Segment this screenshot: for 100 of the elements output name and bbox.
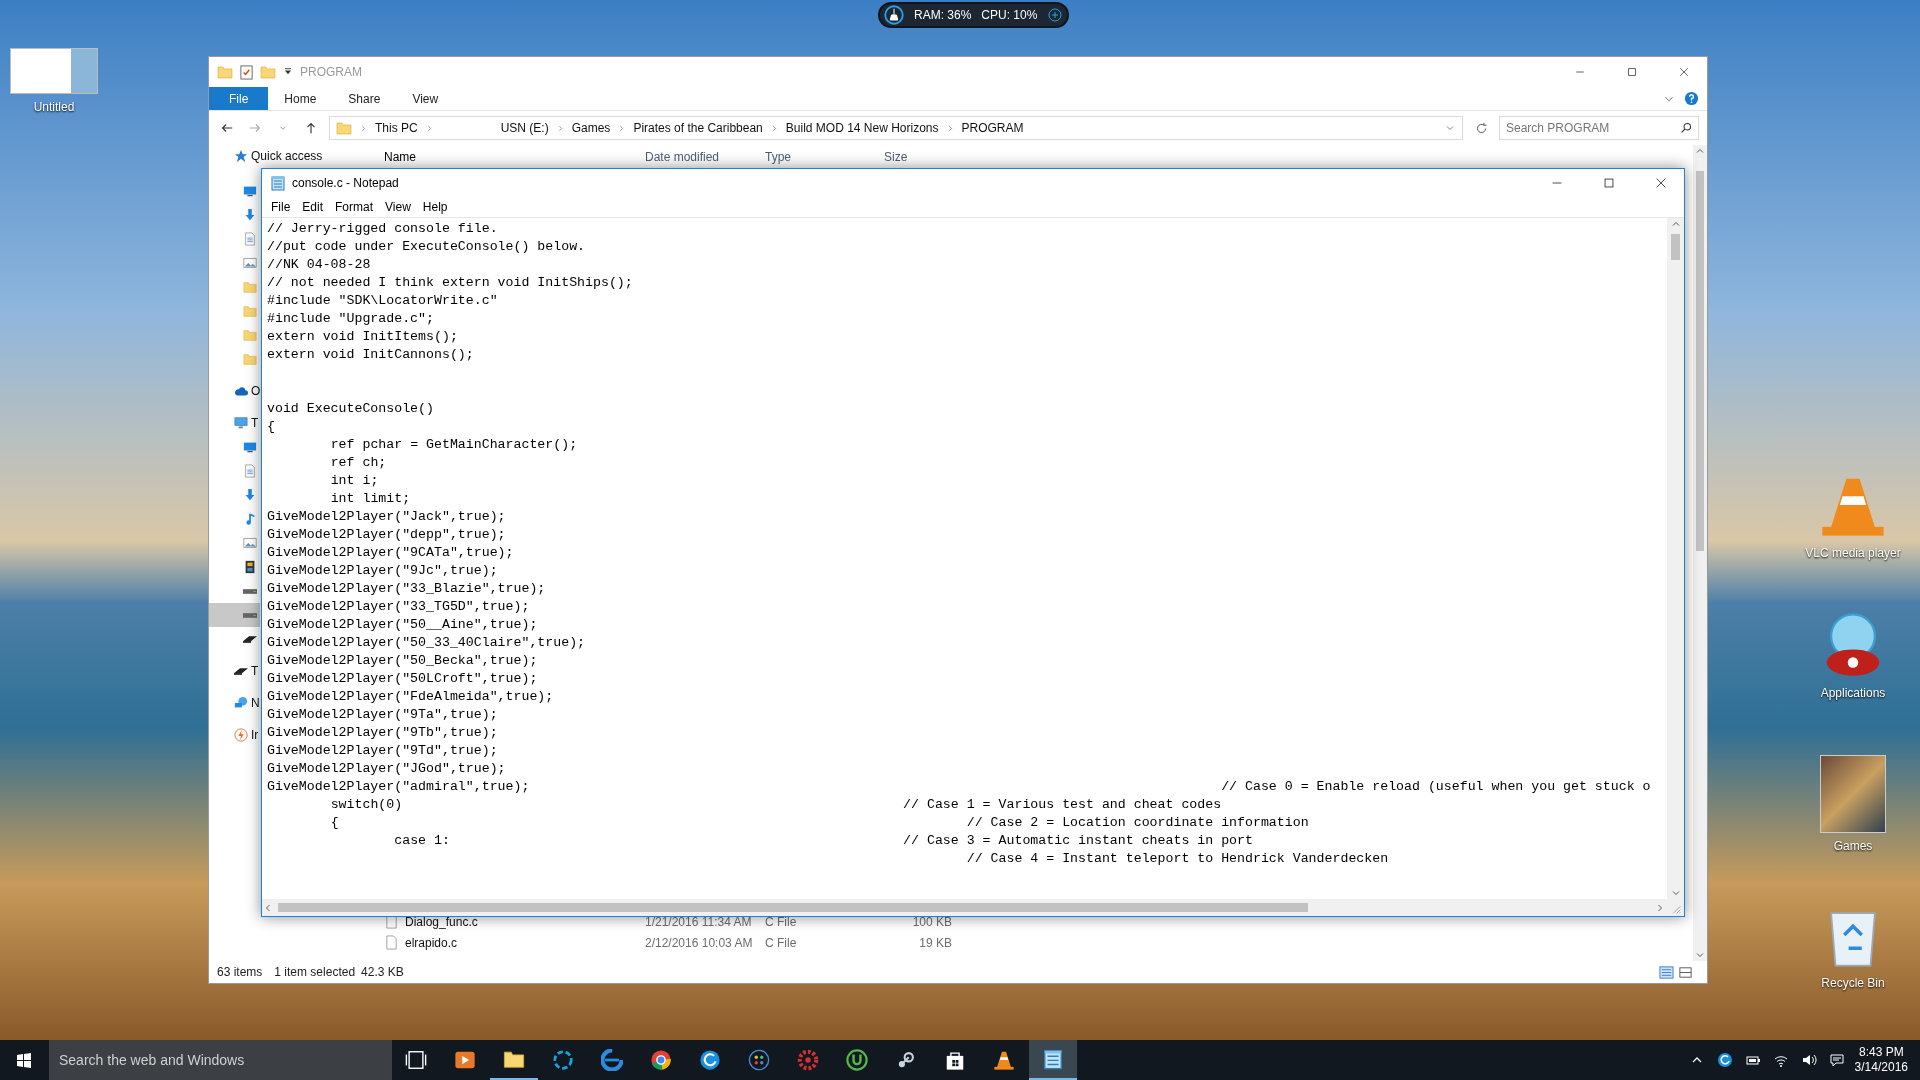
- computer-icon: [234, 416, 248, 430]
- column-header[interactable]: Name: [369, 147, 640, 167]
- help-icon: [1684, 91, 1699, 106]
- breadcrumb-link[interactable]: Build MOD 14 New Horizons: [785, 119, 939, 137]
- play-icon: [454, 1049, 476, 1071]
- window-title: PROGRAM: [300, 64, 362, 81]
- scrollbar-thumb[interactable]: [1696, 171, 1704, 551]
- menu-item[interactable]: Help: [417, 198, 453, 216]
- plus-circle-icon: [1047, 7, 1064, 23]
- down-arrow-icon: [243, 488, 257, 502]
- nav-item[interactable]: T: [209, 411, 262, 435]
- folder-icon: [243, 328, 257, 342]
- scrollbar-thumb[interactable]: [278, 903, 1308, 912]
- file-date: 1/21/2016 11:34 AM: [644, 913, 753, 931]
- tiles-view-icon: [1678, 964, 1693, 980]
- gear-icon: [797, 1049, 819, 1071]
- maximize-icon: [1602, 176, 1616, 190]
- drive-icon: [243, 635, 257, 643]
- folder-icon: [260, 64, 276, 80]
- breadcrumb-link[interactable]: USN (E:): [500, 119, 549, 137]
- scrollbar-thumb[interactable]: [1671, 234, 1680, 260]
- nav-item[interactable]: Quick access: [209, 145, 326, 167]
- menu-item[interactable]: Format: [330, 198, 379, 216]
- u-circle-icon: [846, 1049, 868, 1071]
- icon-label[interactable]: Applications: [1820, 684, 1886, 702]
- folder-icon: [243, 304, 257, 318]
- search-icon: [1680, 121, 1693, 134]
- chevron-right-icon: [359, 123, 368, 133]
- notification-icon[interactable]: [1828, 1052, 1845, 1068]
- refresh-icon: [1474, 121, 1488, 135]
- speaker-icon[interactable]: [1800, 1052, 1817, 1068]
- column-header[interactable]: Type: [760, 147, 879, 167]
- folder-icon: [243, 280, 257, 294]
- picture-icon: [243, 536, 257, 550]
- ribbon-tab[interactable]: Share: [332, 87, 397, 110]
- document-icon: [243, 464, 257, 478]
- breadcrumb-link[interactable]: Pirates of the Caribbean: [633, 119, 763, 137]
- ring-icon: [552, 1049, 574, 1071]
- film-icon: [243, 560, 257, 574]
- star-icon: [234, 149, 248, 163]
- picture-icon: [243, 256, 257, 270]
- ribbon-tab[interactable]: View: [396, 87, 455, 110]
- selection-size-text: 42.3 KB: [361, 964, 404, 981]
- up-arrow-icon: [304, 121, 318, 135]
- windows-logo-icon: [16, 1052, 32, 1068]
- nav-item[interactable]: O: [209, 379, 264, 403]
- file-name[interactable]: Dialog_func.c: [405, 912, 478, 931]
- broom-icon: [884, 5, 904, 25]
- file-icon: [384, 935, 399, 950]
- nav-item[interactable]: T: [209, 659, 262, 683]
- file-size: 19 KB: [918, 934, 953, 952]
- ribbon-tab[interactable]: File: [209, 87, 269, 110]
- shopping-bag-icon: [944, 1049, 966, 1071]
- maximize-icon: [1626, 66, 1638, 78]
- code-text[interactable]: // Jerry-rigged console file. //put code under ExecuteConsole() below. //NK 04-08-28 // not needed I think extern void InitShips(); #include "SDK\LocatorWrite.c" #include "Upgrade.c"; extern void InitItems(); extern void InitCannons(); void ExecuteConsole() { ref pchar = GetMainCharacter(); ref ch; int i; int limit; GiveModel2Player("Jack",true); GiveModel2Player("depp",true); GiveModel2Player("9CATa",true); GiveModel2Player("9Jc",true); GiveModel2Player("33_Blazie",true); GiveModel2Player("33_TG5D",true); GiveModel2Player("50__Aine",true); GiveModel2Player("50_33_40Claire",true); GiveModel2Player("50_Becka",true); GiveModel2Player("50LCroft",true); GiveModel2Player("FdeAlmeida",true); GiveModel2Player("9Ta",true); GiveModel2Player("9Tb",true); GiveModel2Player("9Td",true); GiveModel2Player("JGod",true); GiveModel2Player("admiral",true); // Case 0 = Enable reload (useful when you get stuck o switch(0) // Case 1 = Various test and cheat codes { // Case 2 = Location coordinate information case 1: // Case 3 = Automatic instant cheats in port // Case 4 = Instant teleport to Hendrick Vanderdecken: [262, 218, 1667, 899]
- icon-label[interactable]: Recycle Bin: [1821, 974, 1885, 992]
- forward-arrow-icon: [248, 121, 262, 135]
- breadcrumb-link[interactable]: PROGRAM: [961, 119, 1024, 137]
- down-arrow-icon: [243, 208, 257, 222]
- scrollbar[interactable]: [1693, 145, 1707, 961]
- browser-icon: [601, 1049, 623, 1071]
- notepad-icon: [270, 175, 286, 191]
- checklist-icon: [239, 64, 254, 80]
- menu-item[interactable]: Edit: [297, 198, 329, 216]
- file-size: 100 KB: [911, 913, 953, 931]
- traffic-cone-icon: [993, 1049, 1015, 1071]
- drive-icon: [243, 612, 257, 618]
- breadcrumb-link[interactable]: This PC: [375, 119, 418, 137]
- network-icon: [234, 696, 248, 710]
- file-type: C File: [764, 934, 798, 952]
- menu-item[interactable]: File: [266, 198, 296, 216]
- task-view-icon: [405, 1049, 427, 1071]
- breadcrumb-link[interactable]: Games: [571, 119, 611, 137]
- close-icon: [1654, 176, 1668, 190]
- menu-item[interactable]: View: [380, 198, 416, 216]
- back-arrow-icon: [220, 121, 234, 135]
- details-view-icon: [1659, 964, 1674, 980]
- drive-icon: [234, 667, 248, 675]
- address-bar[interactable]: This PC USN (E:) Games Pirates of the Caribbean Build MOD 14 New Horizons PROGRAM: [329, 116, 1463, 140]
- nav-item[interactable]: Ir: [209, 723, 262, 747]
- column-header[interactable]: Size: [879, 147, 960, 167]
- ribbon-tab[interactable]: Home: [268, 87, 333, 110]
- refresh-circle-icon[interactable]: [1716, 1052, 1733, 1068]
- clock-time[interactable]: 8:43 PM: [1854, 1045, 1908, 1060]
- column-header[interactable]: Date modified: [640, 147, 760, 167]
- dot-grid-icon: [748, 1049, 770, 1071]
- close-icon: [1678, 66, 1690, 78]
- cpu-usage-text: CPU: 10%: [981, 7, 1038, 24]
- taskbar-app-button[interactable]: [1029, 1040, 1077, 1080]
- search-field[interactable]: Search PROGRAM: [1499, 116, 1699, 140]
- folder-icon: [217, 64, 233, 80]
- monitor-icon: [243, 440, 257, 454]
- ram-usage-text: RAM: 36%: [914, 7, 972, 24]
- folder-icon: [503, 1048, 525, 1070]
- search-field[interactable]: Search the web and Windows: [49, 1040, 392, 1080]
- selection-text: 1 item selected: [274, 964, 356, 981]
- clock-date[interactable]: 3/14/2016: [1854, 1060, 1908, 1075]
- scrollbar[interactable]: [1667, 218, 1684, 899]
- file-type: C File: [764, 913, 798, 931]
- file-name[interactable]: elrapido.c: [405, 933, 458, 952]
